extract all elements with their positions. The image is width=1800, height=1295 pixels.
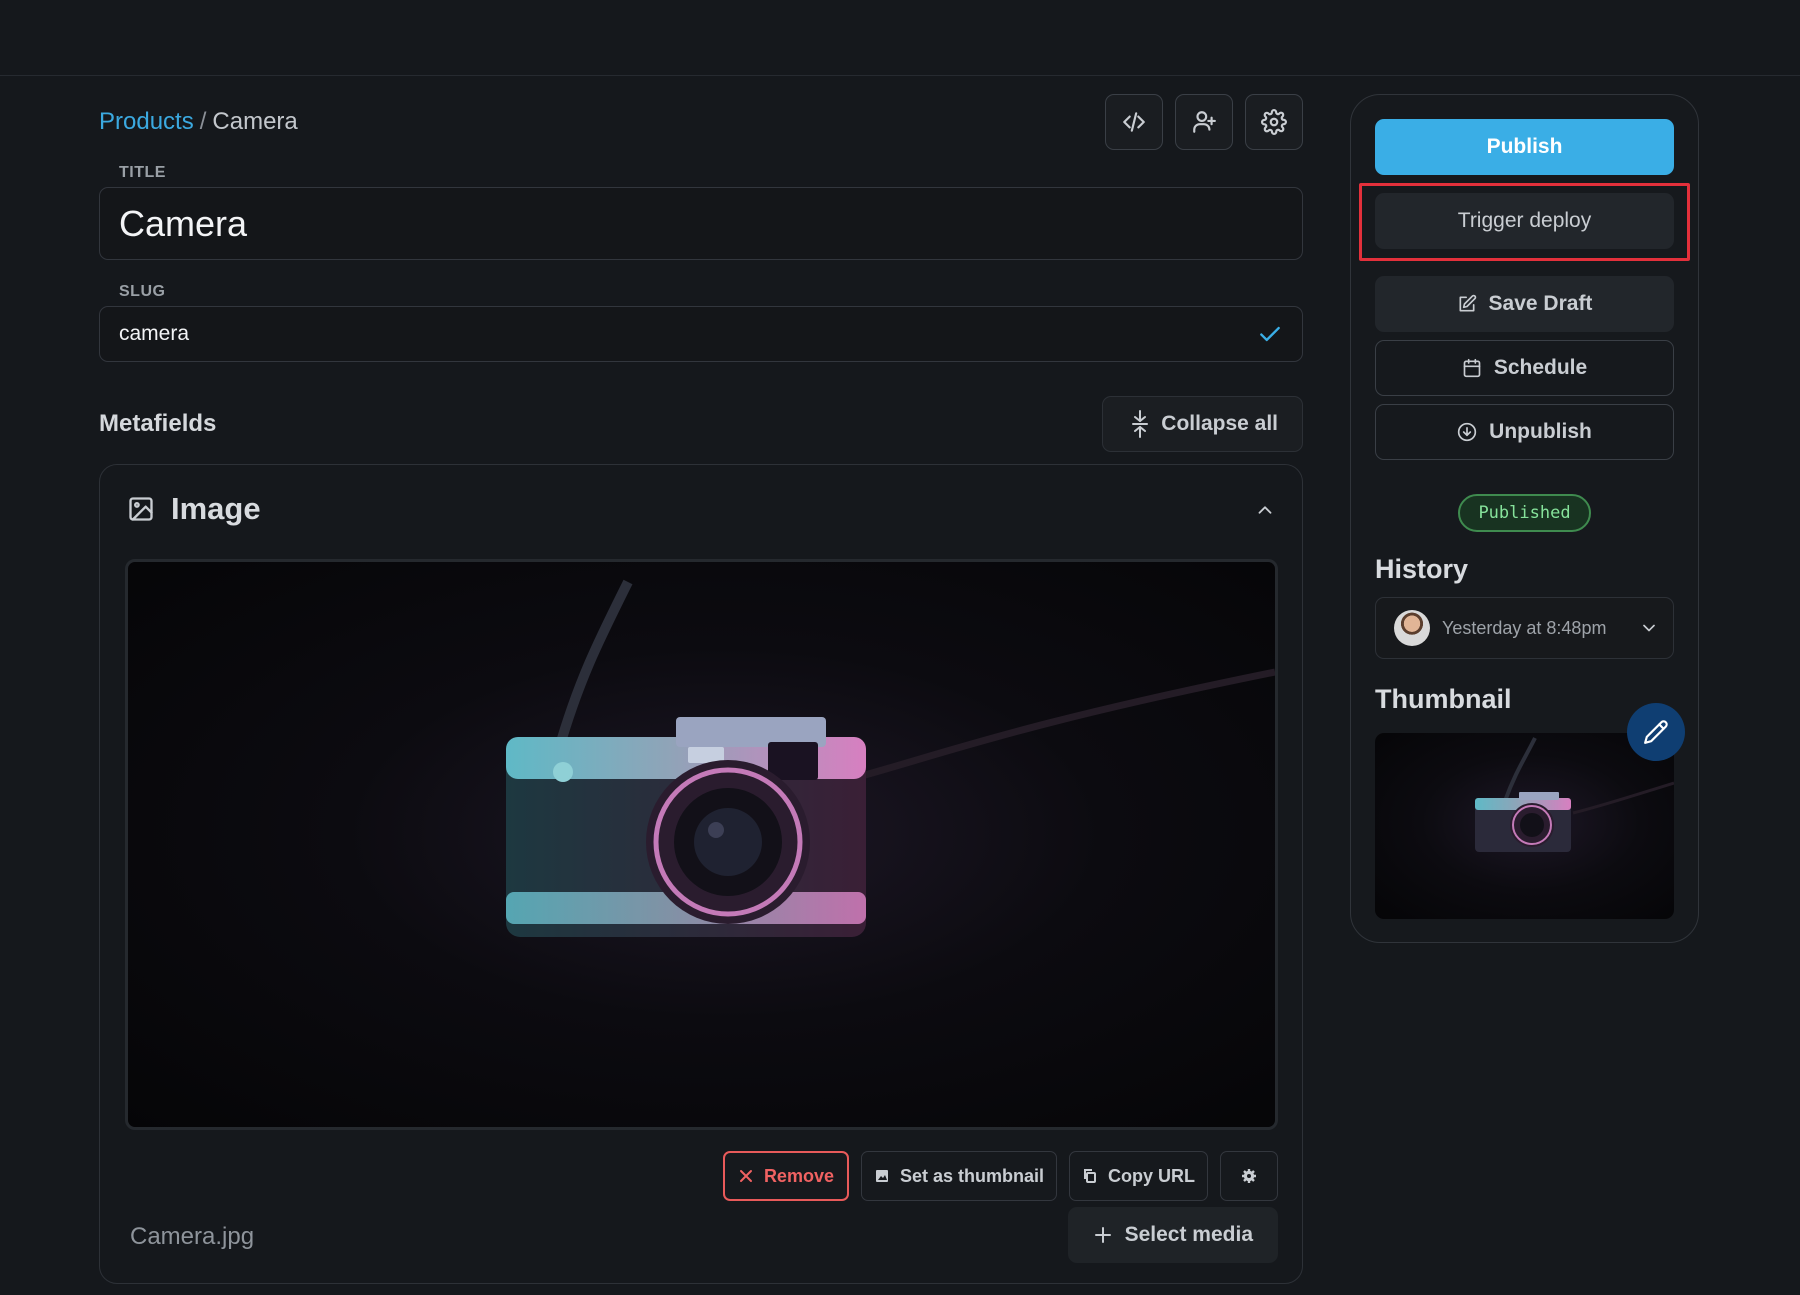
copy-icon — [1084, 1169, 1096, 1183]
settings-button[interactable] — [1245, 94, 1303, 150]
copy-url-button[interactable]: Copy URL — [1069, 1151, 1208, 1201]
slug-input[interactable]: camera — [99, 306, 1303, 362]
image-metafield-card: Image Remove Set as thumbnail Copy URL C… — [99, 464, 1303, 1284]
top-bar — [0, 0, 1800, 76]
code-icon — [1123, 112, 1145, 132]
image-filename: Camera.jpg — [130, 1223, 255, 1250]
set-thumbnail-label: Set as thumbnail — [899, 1165, 1044, 1186]
select-media-button[interactable]: Select media — [1067, 1207, 1278, 1263]
user-plus-icon — [1193, 111, 1216, 133]
image-preview — [125, 559, 1278, 1130]
remove-label: Remove — [763, 1165, 834, 1186]
breadcrumb-products-link[interactable]: Products — [99, 108, 194, 135]
thumbnail-title: Thumbnail — [1375, 684, 1512, 714]
edit-icon — [1459, 294, 1476, 312]
save-draft-button[interactable]: Save Draft — [1375, 276, 1674, 332]
publish-button[interactable]: Publish — [1375, 119, 1674, 175]
breadcrumb-current: Camera — [212, 108, 298, 135]
check-icon — [1260, 326, 1280, 342]
calendar-icon — [1463, 358, 1481, 378]
remove-image-button[interactable]: Remove — [722, 1151, 849, 1201]
history-title: History — [1375, 554, 1469, 584]
metafields-heading: Metafields — [99, 410, 217, 437]
image-settings-button[interactable] — [1220, 1151, 1278, 1201]
code-view-button[interactable] — [1105, 94, 1163, 150]
collapse-arrows-icon — [1132, 410, 1149, 438]
breadcrumb-separator: / — [199, 108, 207, 135]
history-timestamp: Yesterday at 8:48pm — [1442, 617, 1607, 638]
title-label: TITLE — [119, 164, 166, 181]
save-draft-label: Save Draft — [1488, 292, 1593, 315]
image-card-title: Image — [171, 491, 261, 526]
publish-label: Publish — [1486, 135, 1563, 158]
history-select[interactable]: Yesterday at 8:48pm — [1375, 597, 1674, 659]
title-input[interactable]: Camera — [99, 187, 1303, 260]
select-media-label: Select media — [1124, 1223, 1253, 1246]
image-card-header: Image — [127, 491, 261, 527]
unpublish-label: Unpublish — [1489, 420, 1592, 443]
copy-url-label: Copy URL — [1108, 1165, 1195, 1186]
collapse-all-label: Collapse all — [1161, 412, 1278, 435]
title-input-value: Camera — [119, 202, 248, 244]
chevron-down-icon — [1643, 624, 1655, 632]
gear-icon — [1261, 109, 1287, 135]
close-icon — [739, 1170, 752, 1182]
image-actions: Remove Set as thumbnail Copy URL — [722, 1151, 1278, 1201]
thumbnail-preview — [1375, 733, 1674, 919]
toolbar — [1105, 94, 1303, 150]
breadcrumb: Products / Camera — [99, 108, 298, 136]
camera-thumbnail — [1475, 737, 1674, 852]
set-thumbnail-button[interactable]: Set as thumbnail — [860, 1151, 1057, 1201]
image-icon — [129, 497, 153, 521]
photo-icon — [875, 1170, 888, 1182]
plus-icon — [1094, 1227, 1111, 1243]
unpublish-button[interactable]: Unpublish — [1375, 404, 1674, 460]
avatar — [1394, 610, 1430, 646]
schedule-button[interactable]: Schedule — [1375, 340, 1674, 396]
schedule-label: Schedule — [1493, 356, 1588, 379]
edit-thumbnail-button[interactable] — [1627, 703, 1685, 761]
collapse-all-button[interactable]: Collapse all — [1102, 396, 1303, 452]
pencil-icon — [1644, 720, 1668, 744]
trigger-deploy-label: Trigger deploy — [1457, 209, 1592, 232]
trigger-deploy-button[interactable]: Trigger deploy — [1375, 193, 1674, 249]
publish-sidebar: Publish Trigger deploy Save Draft Schedu… — [1350, 94, 1699, 943]
slug-label: SLUG — [119, 283, 166, 300]
status-badge: Published — [1458, 494, 1591, 532]
chevron-up-icon[interactable] — [1254, 499, 1276, 521]
slug-input-value: camera — [119, 322, 190, 345]
add-collaborator-button[interactable] — [1175, 94, 1233, 150]
gear-icon — [1242, 1169, 1256, 1183]
camera-photo — [506, 579, 1275, 937]
download-circle-icon — [1458, 422, 1477, 442]
